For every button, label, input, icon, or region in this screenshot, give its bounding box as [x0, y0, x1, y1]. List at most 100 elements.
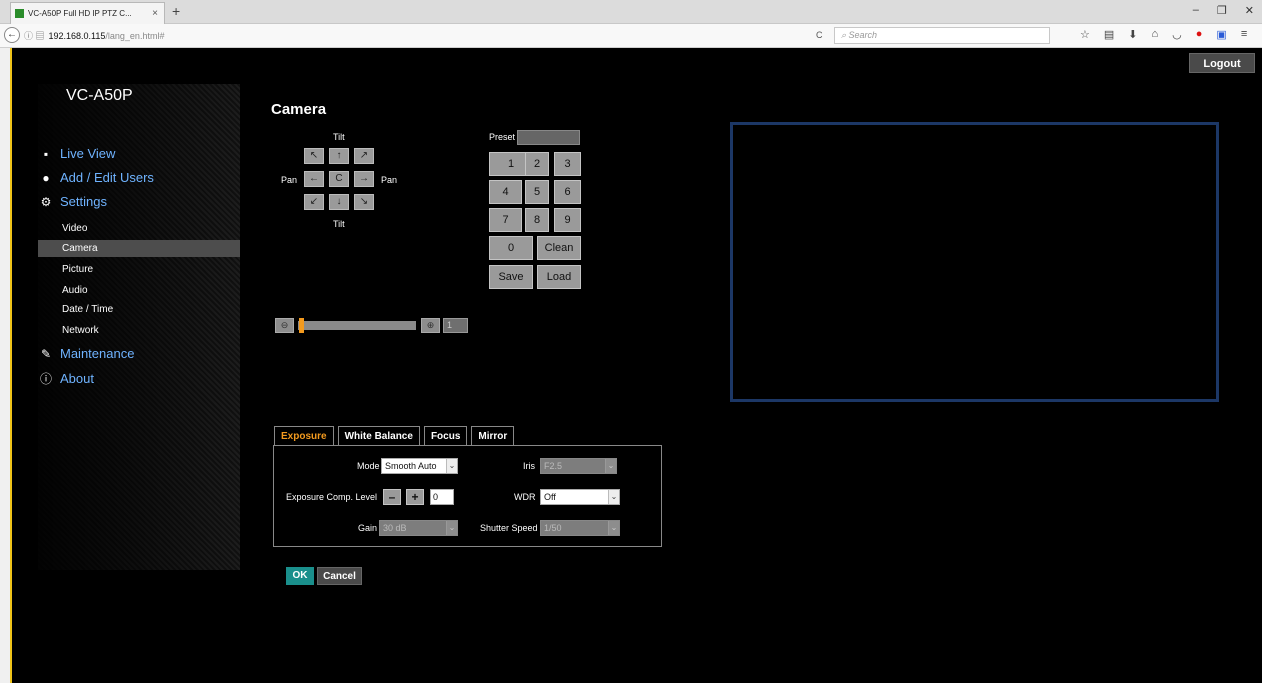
- sidebar-item-add-edit-users[interactable]: ● Add / Edit Users: [38, 170, 154, 185]
- sidebar-sub-video[interactable]: Video: [62, 223, 87, 234]
- preset-input[interactable]: [517, 130, 580, 145]
- browser-tab[interactable]: VC-A50P Full HD IP PTZ C... ×: [10, 2, 165, 24]
- minimize-icon[interactable]: –: [1193, 4, 1199, 17]
- download-icon[interactable]: ⬇: [1128, 28, 1137, 41]
- exposure-comp-decrease-button[interactable]: –: [383, 489, 401, 505]
- preset-key-8[interactable]: 8: [525, 208, 549, 232]
- shutter-speed-select[interactable]: 1/50 ⌄: [540, 520, 620, 536]
- gain-value: 30 dB: [383, 523, 407, 533]
- preset-key-7[interactable]: 7: [489, 208, 522, 232]
- wdr-label: WDR: [514, 492, 536, 502]
- cancel-button[interactable]: Cancel: [317, 567, 362, 585]
- ok-button[interactable]: OK: [286, 567, 314, 585]
- close-window-icon[interactable]: ✕: [1245, 4, 1254, 17]
- window-controls: – ❐ ✕: [1193, 4, 1254, 17]
- tab-title: VC-A50P Full HD IP PTZ C...: [28, 9, 132, 18]
- back-button[interactable]: ←: [4, 27, 20, 43]
- zoom-value-field[interactable]: 1: [443, 318, 468, 333]
- preset-label: Preset: [489, 132, 516, 142]
- exposure-comp-input[interactable]: 0: [430, 489, 454, 505]
- sidebar-item-label: Add / Edit Users: [60, 170, 154, 185]
- tab-exposure[interactable]: Exposure: [274, 426, 334, 446]
- zoom-out-icon[interactable]: ⊖: [275, 318, 294, 333]
- sidebar-sub-date-time[interactable]: Date / Time: [62, 304, 113, 315]
- exposure-comp-increase-button[interactable]: +: [406, 489, 424, 505]
- sidebar-sub-network[interactable]: Network: [62, 325, 99, 336]
- extension-icon[interactable]: ▣: [1216, 28, 1226, 41]
- reload-icon[interactable]: C: [816, 30, 823, 40]
- zoom-slider[interactable]: [298, 321, 416, 330]
- pan-tilt-down-right-button[interactable]: ↘: [354, 194, 374, 210]
- preset-key-5[interactable]: 5: [525, 180, 549, 204]
- pan-tilt-down-left-button[interactable]: ↙: [304, 194, 324, 210]
- pocket-icon[interactable]: ◡: [1172, 28, 1182, 41]
- zoom-slider-handle[interactable]: [299, 318, 304, 333]
- search-input[interactable]: ⌕ Search: [834, 27, 1050, 44]
- iris-value: F2.5: [544, 461, 563, 471]
- video-preview: [730, 122, 1219, 402]
- sidebar-item-about[interactable]: ⓘ About: [38, 370, 94, 387]
- sidebar-item-settings[interactable]: ⚙ Settings: [38, 194, 107, 209]
- tab-mirror[interactable]: Mirror: [471, 426, 515, 446]
- chevron-down-icon: ⌄: [608, 490, 619, 504]
- iris-label: Iris: [523, 461, 535, 471]
- pan-tilt-up-right-button[interactable]: ↗: [354, 148, 374, 164]
- gain-label: Gain: [358, 523, 378, 533]
- logout-button[interactable]: Logout: [1189, 53, 1255, 73]
- pan-tilt-up-left-button[interactable]: ↖: [304, 148, 324, 164]
- shutter-speed-label: Shutter Speed: [480, 523, 538, 533]
- tilt-down-button[interactable]: ↓: [329, 194, 349, 210]
- preset-key-3[interactable]: 3: [554, 152, 581, 176]
- info-lock-icon: ⓘ ▤: [24, 31, 45, 41]
- restore-icon[interactable]: ❐: [1217, 4, 1227, 17]
- sidebar-item-label: Live View: [60, 146, 116, 161]
- iris-select[interactable]: F2.5 ⌄: [540, 458, 617, 474]
- page-title: Camera: [271, 101, 327, 118]
- url-host: 192.168.0.115: [48, 31, 106, 41]
- favicon-icon: [15, 9, 24, 18]
- preset-key-9[interactable]: 9: [554, 208, 581, 232]
- sidebar-item-live-view[interactable]: ▪ Live View: [38, 146, 116, 161]
- search-placeholder: Search: [848, 30, 878, 40]
- preset-key-2[interactable]: 2: [525, 152, 549, 176]
- pan-right-button[interactable]: →: [354, 171, 374, 187]
- gain-select[interactable]: 30 dB ⌄: [379, 520, 458, 536]
- shutter-speed-value: 1/50: [544, 523, 562, 533]
- center-button[interactable]: C: [329, 171, 349, 187]
- tab-focus[interactable]: Focus: [423, 426, 468, 446]
- zoom-in-icon[interactable]: ⊕: [421, 318, 440, 333]
- bookmark-star-icon[interactable]: ☆: [1080, 28, 1090, 41]
- sidebar-sub-audio[interactable]: Audio: [62, 285, 88, 296]
- preset-key-0[interactable]: 0: [489, 236, 533, 260]
- home-icon[interactable]: ⌂: [1152, 28, 1159, 41]
- close-tab-icon[interactable]: ×: [152, 8, 158, 19]
- mode-label: Mode: [357, 461, 380, 471]
- pan-label-left: Pan: [281, 175, 298, 185]
- tilt-up-button[interactable]: ↑: [329, 148, 349, 164]
- pan-label-right: Pan: [381, 175, 398, 185]
- tilt-label-bottom: Tilt: [333, 219, 345, 229]
- sidebar-sub-picture[interactable]: Picture: [62, 264, 93, 275]
- chevron-down-icon: ⌄: [446, 521, 457, 535]
- new-tab-button[interactable]: +: [172, 3, 180, 19]
- mode-select[interactable]: Smooth Auto ⌄: [381, 458, 458, 474]
- adblock-icon[interactable]: ●: [1196, 28, 1203, 41]
- tab-white-balance[interactable]: White Balance: [337, 426, 420, 446]
- toolbar-icons: ☆ ▤ ⬇ ⌂ ◡ ● ▣ ≡: [1080, 28, 1247, 41]
- preset-save-button[interactable]: Save: [489, 265, 533, 289]
- sidebar-sub-camera[interactable]: Camera: [62, 243, 98, 254]
- preset-key-4[interactable]: 4: [489, 180, 522, 204]
- wdr-select[interactable]: Off ⌄: [540, 489, 620, 505]
- chevron-down-icon: ⌄: [446, 459, 457, 473]
- reading-list-icon[interactable]: ▤: [1104, 28, 1114, 41]
- preset-key-6[interactable]: 6: [554, 180, 581, 204]
- pan-left-button[interactable]: ←: [304, 171, 324, 187]
- sidebar-item-label: About: [60, 371, 94, 386]
- address-bar[interactable]: ⓘ ▤ 192.168.0.115/lang_en.html#: [24, 29, 164, 42]
- exposure-comp-label: Exposure Comp. Level: [286, 492, 378, 502]
- menu-icon[interactable]: ≡: [1241, 28, 1247, 41]
- preset-clean-button[interactable]: Clean: [537, 236, 581, 260]
- sidebar-item-maintenance[interactable]: ✎ Maintenance: [38, 346, 134, 361]
- model-name: VC-A50P: [66, 87, 133, 104]
- preset-load-button[interactable]: Load: [537, 265, 581, 289]
